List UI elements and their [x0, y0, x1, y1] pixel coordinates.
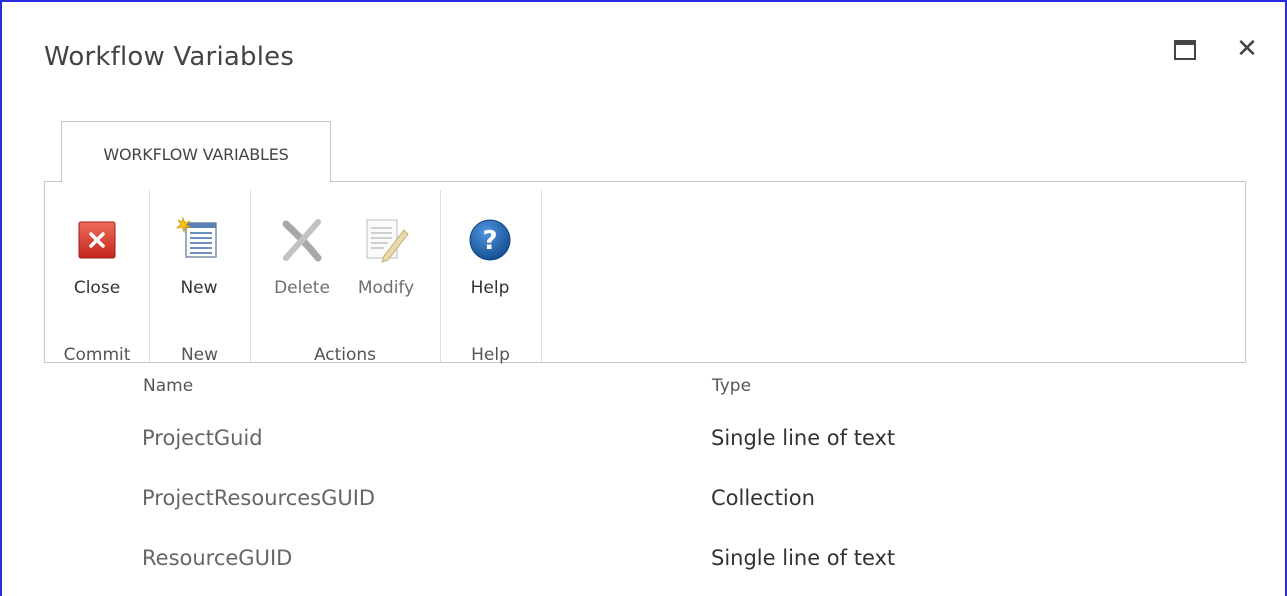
new-button-label: New: [180, 278, 218, 298]
modify-button[interactable]: Modify: [356, 200, 416, 300]
ribbon-group-help: ? Help Help: [440, 190, 542, 365]
dialog-title: Workflow Variables: [44, 42, 295, 72]
new-list-icon: [175, 216, 223, 264]
group-label-actions: Actions: [313, 345, 377, 365]
close-button-label: Close: [73, 278, 121, 298]
modify-pencil-icon: [362, 216, 410, 264]
variable-type: Single line of text: [711, 426, 896, 450]
group-label-new: New: [180, 345, 219, 365]
variable-type: Single line of text: [711, 546, 896, 570]
ribbon-toolbar: Close Commit New New Delete Modify Actio…: [44, 181, 1246, 365]
tab-workflow-variables[interactable]: WORKFLOW VARIABLES: [61, 121, 331, 182]
delete-x-icon: [278, 216, 326, 264]
help-button[interactable]: ? Help: [460, 200, 520, 300]
workflow-variables-dialog: Workflow Variables ✕ WORKFLOW VARIABLES: [0, 0, 1287, 596]
variable-name[interactable]: ResourceGUID: [142, 546, 292, 570]
close-button[interactable]: Close: [67, 200, 127, 300]
modify-button-label: Modify: [357, 278, 415, 298]
new-button[interactable]: New: [169, 200, 229, 300]
help-button-label: Help: [470, 278, 510, 298]
delete-button[interactable]: Delete: [272, 200, 332, 300]
ribbon-group-actions: Delete Modify Actions: [250, 190, 441, 365]
group-label-commit: Commit: [63, 345, 131, 365]
column-header-type[interactable]: Type: [712, 376, 751, 396]
column-header-name[interactable]: Name: [143, 376, 193, 396]
variable-type: Collection: [711, 486, 815, 510]
ribbon-group-commit: Close Commit: [45, 190, 150, 365]
svg-text:?: ?: [482, 226, 497, 256]
close-dialog-icon[interactable]: ✕: [1234, 34, 1260, 64]
group-label-help: Help: [471, 345, 510, 365]
ribbon-group-new: New New: [149, 190, 251, 365]
maximize-icon[interactable]: [1174, 40, 1196, 60]
close-red-x-icon: [73, 216, 121, 264]
variable-name[interactable]: ProjectGuid: [142, 426, 263, 450]
delete-button-label: Delete: [274, 278, 330, 298]
variable-name[interactable]: ProjectResourcesGUID: [142, 486, 375, 510]
help-question-icon: ?: [466, 216, 514, 264]
